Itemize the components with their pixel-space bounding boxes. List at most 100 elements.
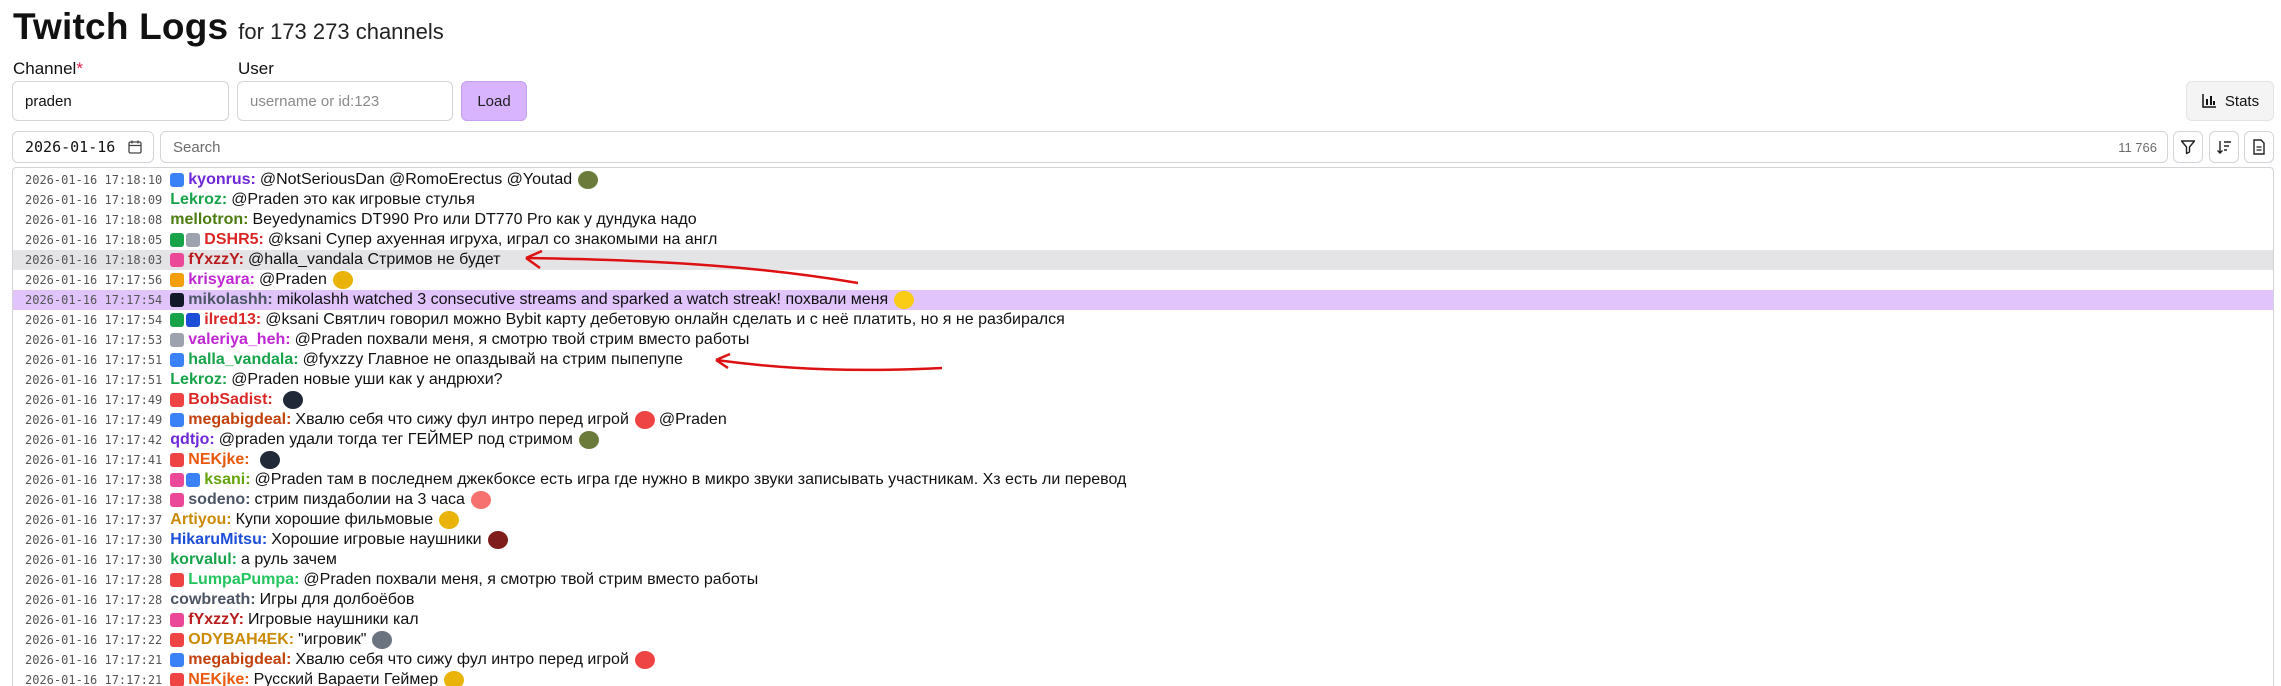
user-badges xyxy=(170,393,185,407)
username[interactable]: valeriya_heh: xyxy=(188,331,290,349)
user-badges xyxy=(170,653,185,667)
user-badges xyxy=(170,573,185,587)
log-row: 2026-01-16 17:18:08 mellotron: Beyedynamic… xyxy=(13,210,2273,230)
username[interactable]: megabigdeal: xyxy=(188,651,291,669)
message-text: @Praden там в последнем джекбоксе есть и… xyxy=(254,471,1127,488)
user-badges xyxy=(170,473,201,487)
log-row: 2026-01-16 17:17:56 krisyara: @Praden xyxy=(13,270,2273,290)
timestamp: 2026-01-16 17:17:28 xyxy=(25,593,163,607)
message-text: @ksani Святлич говорил можно Bybit карту… xyxy=(265,311,1065,328)
load-button[interactable]: Load xyxy=(461,81,527,121)
required-mark: * xyxy=(76,59,83,78)
username[interactable]: LumpaPumpa: xyxy=(188,571,299,589)
timestamp: 2026-01-16 17:17:54 xyxy=(25,313,163,327)
search-input[interactable]: Search 11 766 xyxy=(160,131,2168,163)
user-input[interactable]: username or id:123 xyxy=(237,81,453,121)
timestamp: 2026-01-16 17:17:38 xyxy=(25,473,163,487)
username[interactable]: Lekroz: xyxy=(170,371,227,389)
badge-icon xyxy=(170,573,185,587)
badge-icon xyxy=(170,653,185,667)
badge-icon xyxy=(186,233,201,247)
username[interactable]: ilred13: xyxy=(204,311,261,329)
message-text: @halla_vandala Стримов не будет xyxy=(248,251,501,268)
log-row: 2026-01-16 17:18:05 DSHR5: @ksani Супер ах… xyxy=(13,230,2273,250)
username[interactable]: megabigdeal: xyxy=(188,411,291,429)
emote-icon xyxy=(578,431,599,449)
username[interactable]: halla_vandala: xyxy=(188,351,298,369)
export-button[interactable] xyxy=(2244,131,2274,163)
stats-label: Stats xyxy=(2224,92,2260,110)
filter-button[interactable] xyxy=(2173,131,2203,163)
username[interactable]: fYxzzY: xyxy=(188,611,244,629)
timestamp: 2026-01-16 17:17:22 xyxy=(25,633,163,647)
emote-icon xyxy=(894,291,915,309)
username[interactable]: NEKjke: xyxy=(188,451,249,469)
message-text: Хорошие игровые наушники xyxy=(271,531,482,548)
message-text: @Praden похвали меня, я смотрю твой стри… xyxy=(294,331,750,348)
message-log[interactable]: 2026-01-16 17:18:10 kyonrus: @NotSeriousDa… xyxy=(12,167,2274,686)
log-row: 2026-01-16 17:17:53 valeriya_heh: @Praden … xyxy=(13,330,2273,350)
badge-icon xyxy=(186,313,201,327)
message-text: @Praden похвали меня, я смотрю твой стри… xyxy=(303,571,759,588)
search-placeholder: Search xyxy=(173,138,221,156)
badge-icon xyxy=(170,353,185,367)
emote-icon xyxy=(470,491,491,509)
user-badges xyxy=(170,233,201,247)
username[interactable]: cowbreath: xyxy=(170,591,255,609)
username[interactable]: qdtjo: xyxy=(170,431,214,449)
timestamp: 2026-01-16 17:18:03 xyxy=(25,253,163,267)
timestamp: 2026-01-16 17:17:30 xyxy=(25,533,163,547)
username[interactable]: BobSadist: xyxy=(188,391,272,409)
document-icon xyxy=(2253,139,2265,155)
message-text: Купи хорошие фильмовые xyxy=(235,511,434,528)
badge-icon xyxy=(170,673,185,686)
channel-input[interactable]: praden xyxy=(12,81,229,121)
username[interactable]: DSHR5: xyxy=(204,231,264,249)
username[interactable]: HikaruMitsu: xyxy=(170,531,267,549)
username[interactable]: Artiyou: xyxy=(170,511,231,529)
calendar-icon[interactable] xyxy=(127,139,143,155)
username[interactable]: NEKjke: xyxy=(188,671,249,686)
username[interactable]: korvalul: xyxy=(170,551,237,569)
timestamp: 2026-01-16 17:17:21 xyxy=(25,673,163,686)
log-row: 2026-01-16 17:18:03 fYxzzY: @halla_vandala… xyxy=(13,250,2273,270)
emote-icon xyxy=(444,671,465,686)
badge-icon xyxy=(170,393,185,407)
user-badges xyxy=(170,673,185,686)
timestamp: 2026-01-16 17:17:42 xyxy=(25,433,163,447)
message-count: 11 766 xyxy=(2118,140,2157,155)
message-text: @Praden xyxy=(259,271,327,288)
user-badges xyxy=(170,633,185,647)
message-text: Игровые наушники кал xyxy=(248,611,419,628)
user-badges xyxy=(170,353,185,367)
timestamp: 2026-01-16 17:17:21 xyxy=(25,653,163,667)
timestamp: 2026-01-16 17:18:05 xyxy=(25,233,163,247)
log-row: 2026-01-16 17:17:21 megabigdeal: Хвалю себ… xyxy=(13,650,2273,670)
timestamp: 2026-01-16 17:17:51 xyxy=(25,353,163,367)
sort-button[interactable] xyxy=(2209,131,2239,163)
message-text: @NotSeriousDan @RomoErectus @Youtad xyxy=(259,171,573,188)
emote-icon xyxy=(634,651,655,669)
username[interactable]: mellotron: xyxy=(170,211,248,229)
username[interactable]: ksani: xyxy=(204,471,250,489)
badge-icon xyxy=(170,233,185,247)
username[interactable]: fYxzzY: xyxy=(188,251,244,269)
emote-icon xyxy=(259,451,280,469)
log-row: 2026-01-16 17:17:54 ilred13: @ksani Святли… xyxy=(13,310,2273,330)
stats-button[interactable]: Stats xyxy=(2186,81,2274,121)
username[interactable]: sodeno: xyxy=(188,491,250,509)
username[interactable]: ODYBAH4EK: xyxy=(188,631,294,649)
user-badges xyxy=(170,333,185,347)
username[interactable]: Lekroz: xyxy=(170,191,227,209)
username[interactable]: krisyara: xyxy=(188,271,255,289)
username[interactable]: mikolashh: xyxy=(188,291,272,309)
timestamp: 2026-01-16 17:17:41 xyxy=(25,453,163,467)
log-row: 2026-01-16 17:17:38 ksani: @Praden там в п… xyxy=(13,470,2273,490)
timestamp: 2026-01-16 17:17:53 xyxy=(25,333,163,347)
badge-icon xyxy=(170,633,185,647)
date-picker[interactable]: 2026-01-16 xyxy=(12,131,154,163)
emote-icon xyxy=(634,411,655,429)
log-row: 2026-01-16 17:17:23 fYxzzY: Игровые наушни… xyxy=(13,610,2273,630)
user-badges xyxy=(170,313,201,327)
username[interactable]: kyonrus: xyxy=(188,171,256,189)
